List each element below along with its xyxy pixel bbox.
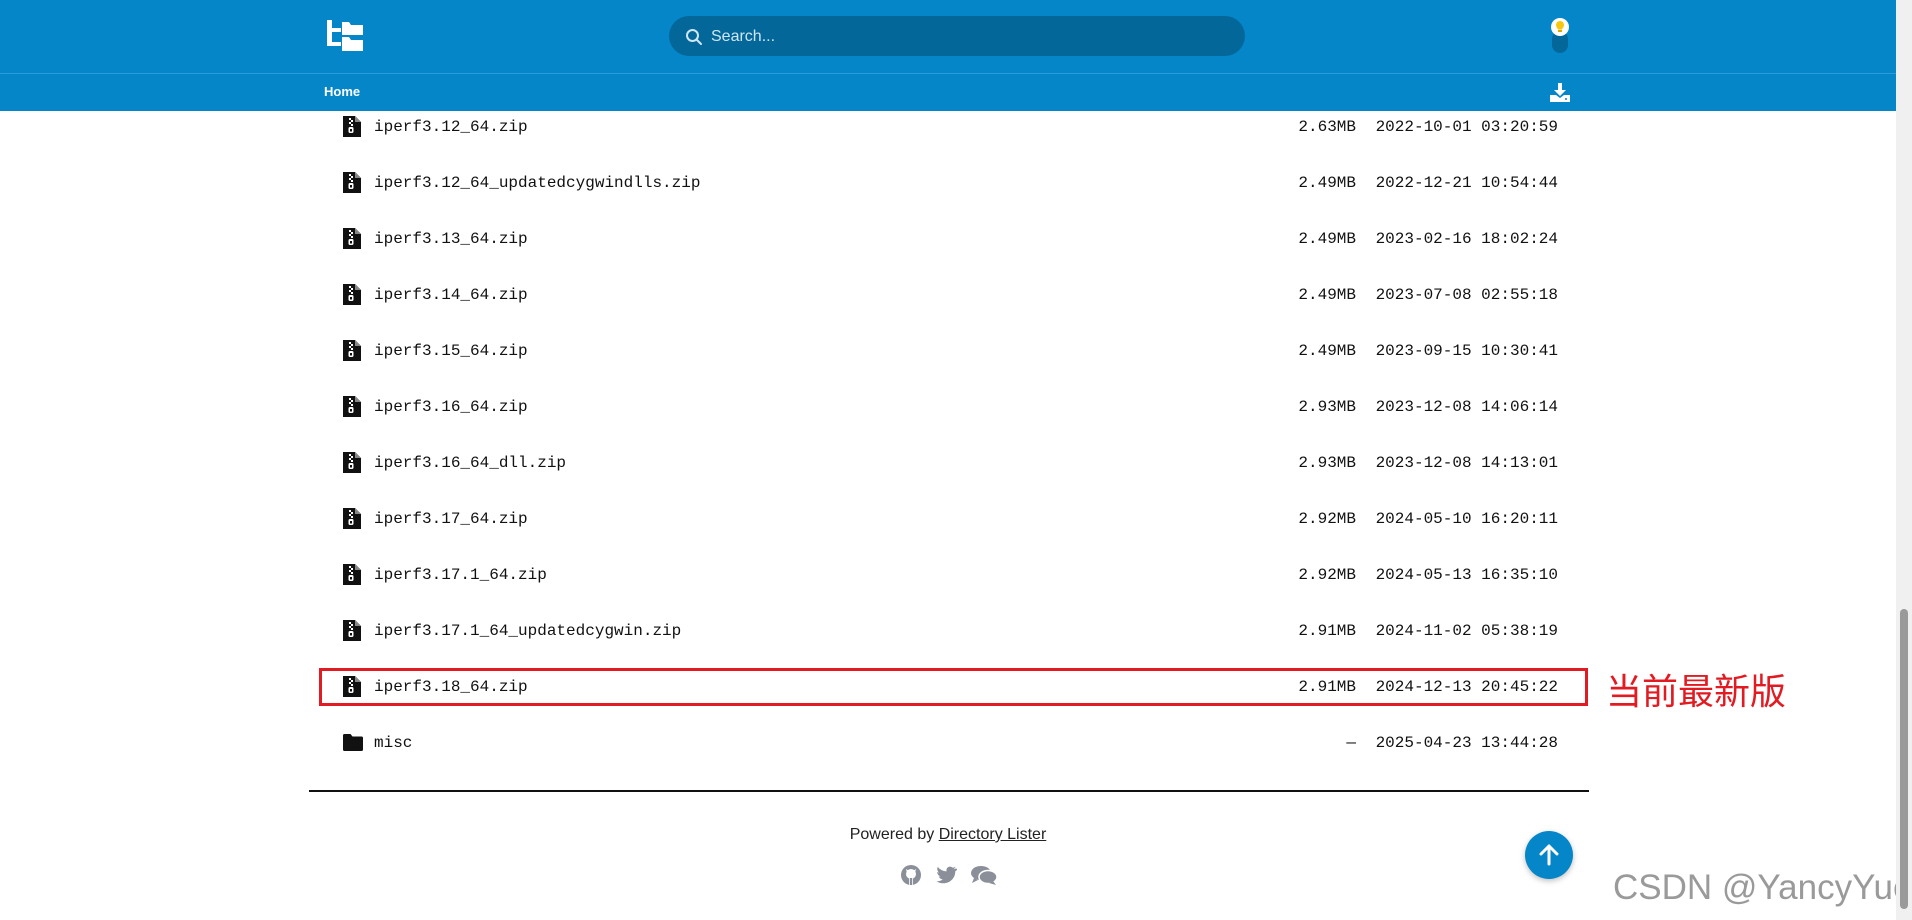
file-size: 2.63MB <box>1298 118 1356 136</box>
file-date: 2023-12-08 14:06:14 <box>1375 398 1558 416</box>
chat-icon[interactable] <box>970 864 998 886</box>
file-name: iperf3.13_64.zip <box>374 230 528 248</box>
zip-file-icon <box>343 340 361 361</box>
file-row[interactable]: iperf3.12_64.zip 2.63MB 2022-10-01 03:20:5… <box>310 110 1590 151</box>
page-scrollbar[interactable] <box>1896 0 1912 920</box>
file-name: iperf3.16_64_dll.zip <box>374 454 567 472</box>
file-date: 2024-05-10 16:20:11 <box>1375 510 1558 528</box>
latest-version-annotation: 当前最新版 <box>1606 672 1787 713</box>
file-name: iperf3.14_64.zip <box>374 286 528 304</box>
file-row[interactable]: misc — 2025-04-23 13:44:28 <box>310 711 1590 767</box>
zip-file-icon <box>343 396 361 417</box>
file-name: iperf3.17_64.zip <box>374 510 528 528</box>
file-row[interactable]: iperf3.13_64.zip 2.49MB 2023-02-16 18:02:2… <box>310 207 1590 263</box>
file-row[interactable]: iperf3.12_64_updatedcygwindlls.zip 2.49MB… <box>310 151 1590 207</box>
file-date: 2023-07-08 02:55:18 <box>1375 286 1558 304</box>
file-size: 2.49MB <box>1298 286 1356 304</box>
file-date: 2022-12-21 10:54:44 <box>1375 174 1558 192</box>
file-row[interactable]: iperf3.15_64.zip 2.49MB 2023-09-15 10:30:4… <box>310 319 1590 375</box>
zip-file-icon <box>343 452 361 473</box>
folder-icon <box>343 734 363 755</box>
file-name: iperf3.17.1_64.zip <box>374 566 547 584</box>
file-date: 2023-02-16 18:02:24 <box>1375 230 1558 248</box>
file-date: 2023-12-08 14:13:01 <box>1375 454 1558 472</box>
file-size: 2.92MB <box>1298 566 1356 584</box>
search-input[interactable] <box>709 16 1233 58</box>
lightbulb-icon[interactable] <box>1547 17 1573 53</box>
scrollbar-thumb[interactable] <box>1900 609 1908 909</box>
file-name: iperf3.16_64.zip <box>374 398 528 416</box>
file-size: 2.49MB <box>1298 342 1356 360</box>
search-box[interactable] <box>669 16 1245 58</box>
directory-lister-logo-icon[interactable] <box>327 20 363 52</box>
file-row[interactable]: iperf3.16_64.zip 2.93MB 2023-12-08 14:06:1… <box>310 375 1590 431</box>
file-row[interactable]: iperf3.14_64.zip 2.49MB 2023-07-08 02:55:1… <box>310 263 1590 319</box>
file-size: 2.91MB <box>1298 622 1356 640</box>
file-size: — <box>1346 734 1356 752</box>
file-size: 2.49MB <box>1298 230 1356 248</box>
powered-by-label: Powered by <box>849 826 935 843</box>
directory-lister-link[interactable]: Directory Lister <box>939 826 1047 843</box>
scroll-to-top-button[interactable] <box>1525 831 1573 879</box>
footer-divider <box>309 790 1589 792</box>
arrow-up-icon <box>1539 844 1559 866</box>
file-row[interactable]: iperf3.17.1_64_updatedcygwin.zip 2.91MB 20… <box>310 599 1590 655</box>
zip-file-icon <box>343 116 361 137</box>
file-row[interactable]: iperf3.17.1_64.zip 2.92MB 2024-05-13 16:35… <box>310 543 1590 599</box>
breadcrumb-bar: Home <box>0 73 1896 111</box>
file-size: 2.93MB <box>1298 454 1356 472</box>
file-date: 2024-11-02 05:38:19 <box>1375 622 1558 640</box>
footer-powered-by: Powered by Directory Lister <box>0 826 1896 844</box>
file-date: 2024-05-13 16:35:10 <box>1375 566 1558 584</box>
download-icon[interactable] <box>1550 83 1570 102</box>
search-icon <box>686 29 702 45</box>
file-row[interactable]: iperf3.16_64_dll.zip 2.93MB 2023-12-08 14:… <box>310 431 1590 487</box>
file-name: misc <box>374 734 413 752</box>
github-icon[interactable] <box>900 864 922 886</box>
zip-file-icon <box>343 228 361 249</box>
file-row[interactable]: iperf3.17_64.zip 2.92MB 2024-05-10 16:20:1… <box>310 487 1590 543</box>
file-date: 2023-09-15 10:30:41 <box>1375 342 1558 360</box>
file-date: 2022-10-01 03:20:59 <box>1375 118 1558 136</box>
csdn-watermark: CSDN @YancyYue <box>1613 868 1912 907</box>
file-name: iperf3.12_64_updatedcygwindlls.zip <box>374 174 701 192</box>
zip-file-icon <box>343 284 361 305</box>
zip-file-icon <box>343 172 361 193</box>
file-size: 2.93MB <box>1298 398 1356 416</box>
file-size: 2.92MB <box>1298 510 1356 528</box>
top-header <box>0 0 1896 73</box>
file-size: 2.49MB <box>1298 174 1356 192</box>
zip-file-icon <box>343 508 361 529</box>
zip-file-icon <box>343 564 361 585</box>
file-name: iperf3.12_64.zip <box>374 118 528 136</box>
file-name: iperf3.15_64.zip <box>374 342 528 360</box>
zip-file-icon <box>343 620 361 641</box>
breadcrumb-home-link[interactable]: Home <box>324 84 360 99</box>
file-date: 2025-04-23 13:44:28 <box>1375 734 1558 752</box>
twitter-icon[interactable] <box>935 864 957 886</box>
latest-version-highlight-box <box>319 668 1588 706</box>
file-name: iperf3.17.1_64_updatedcygwin.zip <box>374 622 682 640</box>
